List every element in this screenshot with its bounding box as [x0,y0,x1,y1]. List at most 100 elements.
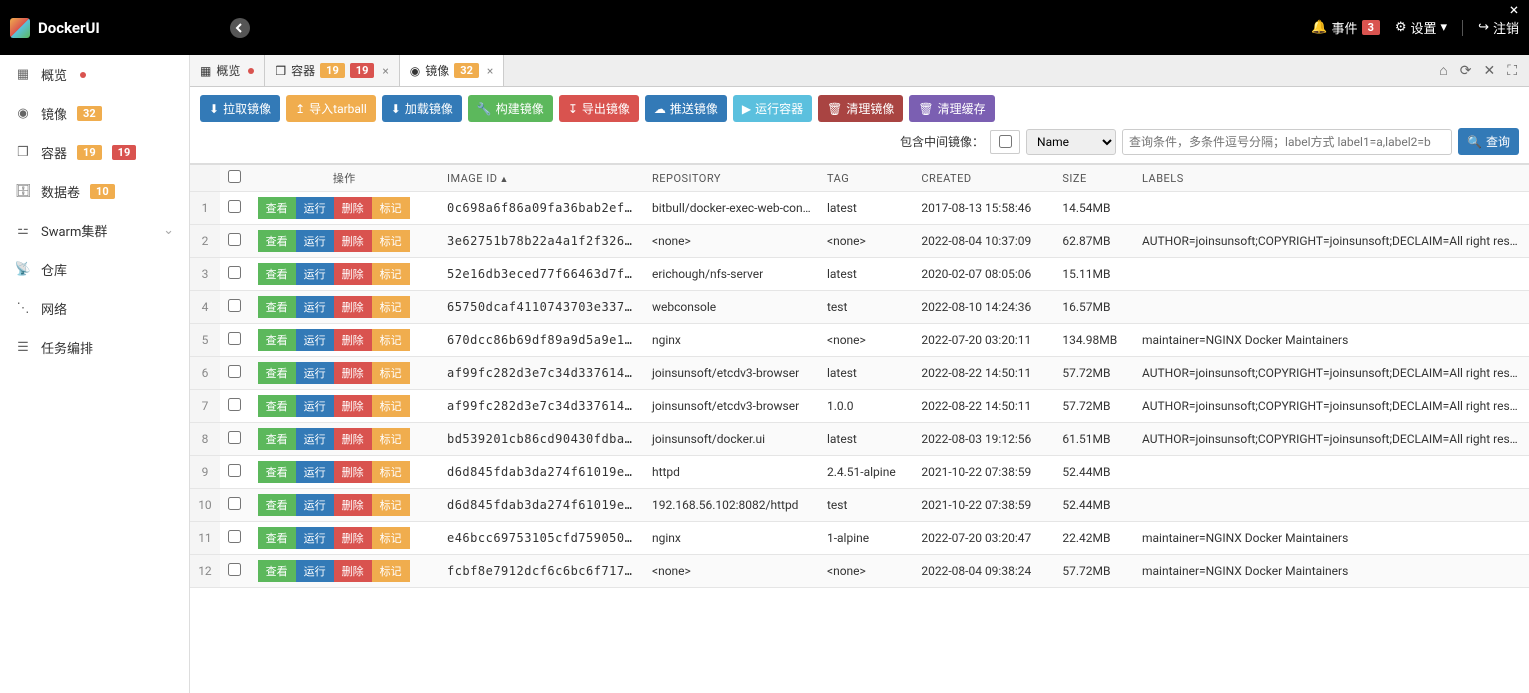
sidebar-item-7[interactable]: ☰任务编排 [0,328,189,367]
run-button[interactable]: 运行 [296,263,334,285]
tab-close-button[interactable]: × [487,64,493,78]
tag-button[interactable]: 标记 [372,560,410,582]
view-button[interactable]: 查看 [258,428,296,450]
run-button[interactable]: 运行 [296,362,334,384]
view-button[interactable]: 查看 [258,329,296,351]
sidebar-item-2[interactable]: ❒容器1919 [0,133,189,172]
row-checkbox[interactable] [220,456,250,489]
window-close-button[interactable]: × [1499,0,1529,18]
tag-button[interactable]: 标记 [372,494,410,516]
pull-image-button[interactable]: ⬇拉取镜像 [200,95,280,122]
tag-button[interactable]: 标记 [372,527,410,549]
run-button[interactable]: 运行 [296,329,334,351]
view-button[interactable]: 查看 [258,494,296,516]
col-select-all[interactable] [220,165,250,192]
delete-button[interactable]: 删除 [334,461,372,483]
run-button[interactable]: 运行 [296,230,334,252]
build-image-button[interactable]: 🔧构建镜像 [468,95,553,122]
col-size[interactable]: SIZE [1054,165,1134,192]
run-button[interactable]: 运行 [296,527,334,549]
search-input[interactable] [1122,129,1452,155]
view-button[interactable]: 查看 [258,230,296,252]
row-checkbox[interactable] [220,522,250,555]
tag-button[interactable]: 标记 [372,296,410,318]
col-tag[interactable]: TAG [819,165,913,192]
view-button[interactable]: 查看 [258,527,296,549]
sidebar-item-3[interactable]: 🗄数据卷10 [0,172,189,211]
run-button[interactable]: 运行 [296,395,334,417]
tag-button[interactable]: 标记 [372,428,410,450]
view-button[interactable]: 查看 [258,395,296,417]
sidebar-item-5[interactable]: 📡仓库 [0,250,189,289]
delete-button[interactable]: 删除 [334,197,372,219]
row-checkbox[interactable] [220,192,250,225]
close-all-icon[interactable]: ✕ [1483,63,1495,79]
row-checkbox[interactable] [220,423,250,456]
tag-button[interactable]: 标记 [372,362,410,384]
tag-button[interactable]: 标记 [372,263,410,285]
tag-button[interactable]: 标记 [372,395,410,417]
col-image-id[interactable]: IMAGE ID▲ [439,165,644,192]
logout-button[interactable]: ↪ 注销 [1478,18,1519,37]
back-button[interactable] [230,18,250,38]
prune-images-button[interactable]: 🗑清理镜像 [818,95,903,122]
col-created[interactable]: CREATED [913,165,1054,192]
run-button[interactable]: 运行 [296,428,334,450]
tab-1[interactable]: ❒容器1919× [265,55,399,86]
delete-button[interactable]: 删除 [334,494,372,516]
tag-button[interactable]: 标记 [372,461,410,483]
clear-cache-button[interactable]: 🗑清理缓存 [909,95,994,122]
refresh-icon[interactable]: ⟳ [1460,63,1472,79]
tab-close-button[interactable]: × [382,64,388,78]
export-image-button[interactable]: ↧导出镜像 [559,95,639,122]
delete-button[interactable]: 删除 [334,428,372,450]
search-button[interactable]: 🔍查询 [1458,128,1519,155]
import-tarball-button[interactable]: ↥导入tarball [286,95,376,122]
row-checkbox[interactable] [220,555,250,588]
middle-images-checkbox[interactable] [990,130,1020,154]
run-button[interactable]: 运行 [296,494,334,516]
row-checkbox[interactable] [220,225,250,258]
row-checkbox[interactable] [220,291,250,324]
sidebar-item-1[interactable]: ◉镜像32 [0,94,189,133]
tab-2[interactable]: ◉镜像32× [400,55,505,86]
view-button[interactable]: 查看 [258,362,296,384]
run-button[interactable]: 运行 [296,560,334,582]
view-button[interactable]: 查看 [258,296,296,318]
view-button[interactable]: 查看 [258,560,296,582]
row-checkbox[interactable] [220,324,250,357]
load-image-button[interactable]: ⬇加载镜像 [382,95,462,122]
run-button[interactable]: 运行 [296,197,334,219]
row-checkbox[interactable] [220,489,250,522]
run-button[interactable]: 运行 [296,296,334,318]
settings-button[interactable]: ⚙ 设置 ▾ [1395,18,1447,37]
view-button[interactable]: 查看 [258,263,296,285]
tab-0[interactable]: ▦概览 [190,55,265,86]
tag-button[interactable]: 标记 [372,197,410,219]
sidebar-item-6[interactable]: ⋱网络 [0,289,189,328]
delete-button[interactable]: 删除 [334,527,372,549]
events-button[interactable]: 🔔 事件 3 [1311,18,1380,37]
row-checkbox[interactable] [220,258,250,291]
delete-button[interactable]: 删除 [334,395,372,417]
tag-button[interactable]: 标记 [372,329,410,351]
col-ops[interactable]: 操作 [250,165,439,192]
delete-button[interactable]: 删除 [334,362,372,384]
filter-field-select[interactable]: Name [1026,129,1116,155]
delete-button[interactable]: 删除 [334,560,372,582]
row-checkbox[interactable] [220,357,250,390]
home-icon[interactable]: ⌂ [1439,62,1447,79]
row-checkbox[interactable] [220,390,250,423]
sidebar-item-0[interactable]: ▦概览 [0,55,189,94]
delete-button[interactable]: 删除 [334,230,372,252]
view-button[interactable]: 查看 [258,461,296,483]
view-button[interactable]: 查看 [258,197,296,219]
sidebar-item-4[interactable]: ⚍Swarm集群⌄ [0,211,189,250]
fullscreen-icon[interactable]: ⛶ [1507,63,1517,79]
tag-button[interactable]: 标记 [372,230,410,252]
delete-button[interactable]: 删除 [334,296,372,318]
col-repository[interactable]: REPOSITORY [644,165,819,192]
delete-button[interactable]: 删除 [334,329,372,351]
run-button[interactable]: 运行 [296,461,334,483]
delete-button[interactable]: 删除 [334,263,372,285]
